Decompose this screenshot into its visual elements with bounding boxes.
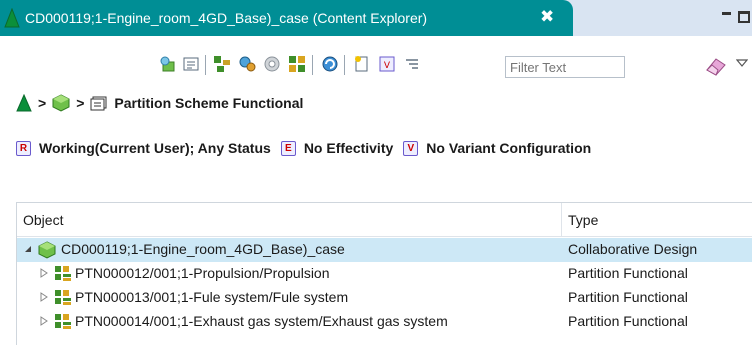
- refresh-icon[interactable]: [320, 54, 340, 74]
- breadcrumb-separator: >: [76, 95, 85, 111]
- revision-rule-label[interactable]: Working(Current User); Any Status: [39, 140, 271, 156]
- revision-rule-icon[interactable]: V: [377, 54, 397, 74]
- collaborative-design-icon: [38, 241, 56, 259]
- row-type-label: Partition Functional: [568, 265, 688, 281]
- new-object-icon[interactable]: [352, 54, 372, 74]
- teamcenter-logo-icon: [4, 8, 20, 28]
- table-row[interactable]: PTN000013/001;1-Fule system/Fule system …: [17, 286, 752, 310]
- breadcrumb-separator: >: [38, 95, 47, 111]
- column-header-type[interactable]: Type: [568, 212, 598, 228]
- filter-list-icon[interactable]: [402, 54, 422, 74]
- settings-icon[interactable]: [262, 54, 282, 74]
- row-type-label: Collaborative Design: [568, 241, 698, 257]
- partition-functional-icon: [55, 290, 71, 305]
- view-menu-icon[interactable]: [735, 56, 749, 71]
- collapsed-arrow-icon[interactable]: [39, 268, 49, 278]
- svg-text:V: V: [384, 61, 391, 71]
- home-triangle-icon[interactable]: [16, 94, 32, 112]
- partition-functional-icon: [55, 314, 71, 329]
- column-divider[interactable]: [561, 203, 562, 237]
- tab-title: CD000119;1-Engine_room_4GD_Base)_case (C…: [25, 10, 428, 26]
- expanded-arrow-icon[interactable]: [23, 244, 33, 254]
- collaborative-design-icon[interactable]: [52, 94, 70, 112]
- table-header: Object Type: [17, 203, 752, 237]
- editor-tab-strip: CD000119;1-Engine_room_4GD_Base)_case (C…: [0, 0, 752, 36]
- revision-rule-icon[interactable]: R: [16, 140, 31, 156]
- collapsed-arrow-icon[interactable]: [39, 316, 49, 326]
- filter-text-input[interactable]: [505, 56, 625, 78]
- grid-icon[interactable]: [287, 54, 307, 74]
- eraser-icon[interactable]: [704, 55, 728, 80]
- pin-tree-icon[interactable]: [158, 54, 178, 74]
- partition-functional-icon: [55, 266, 71, 281]
- row-type-label: Partition Functional: [568, 313, 688, 329]
- breadcrumb: > > Partition Scheme Functional: [16, 90, 303, 116]
- toolbar-separator: [205, 55, 206, 75]
- row-object-label: PTN000013/001;1-Fule system/Fule system: [75, 289, 349, 305]
- toolbar-separator: [312, 55, 313, 75]
- variant-configuration-icon[interactable]: V: [403, 140, 419, 156]
- window-controls: [720, 4, 752, 26]
- row-object-label: PTN000014/001;1-Exhaust gas system/Exhau…: [75, 313, 448, 329]
- row-object-label: PTN000012/001;1-Propulsion/Propulsion: [75, 265, 330, 281]
- structure-icon[interactable]: [212, 54, 232, 74]
- row-object-label: CD000119;1-Engine_room_4GD_Base)_case: [61, 241, 345, 257]
- variant-configuration-label[interactable]: No Variant Configuration: [426, 140, 591, 156]
- maximize-icon[interactable]: [738, 11, 750, 23]
- collapsed-arrow-icon[interactable]: [39, 292, 49, 302]
- configure-icon[interactable]: [237, 54, 257, 74]
- configuration-bar: R Working(Current User); Any Status E No…: [16, 136, 752, 160]
- column-header-object[interactable]: Object: [23, 212, 63, 228]
- effectivity-icon[interactable]: E: [280, 140, 296, 156]
- effectivity-label[interactable]: No Effectivity: [304, 140, 393, 156]
- breadcrumb-current[interactable]: Partition Scheme Functional: [114, 95, 303, 111]
- partition-scheme-icon[interactable]: [90, 94, 108, 112]
- table-row[interactable]: CD000119;1-Engine_room_4GD_Base)_case Co…: [17, 238, 752, 262]
- close-tab-icon[interactable]: ✖: [540, 7, 554, 27]
- content-explorer-tab[interactable]: CD000119;1-Engine_room_4GD_Base)_case (C…: [0, 0, 573, 36]
- table-row[interactable]: PTN000012/001;1-Propulsion/Propulsion Pa…: [17, 262, 752, 286]
- row-type-label: Partition Functional: [568, 289, 688, 305]
- content-tree-table: Object Type CD000119;1-Engine_room_4GD_B…: [16, 202, 752, 345]
- table-row[interactable]: PTN000014/001;1-Exhaust gas system/Exhau…: [17, 310, 752, 334]
- toolbar-separator: [344, 55, 345, 75]
- minimize-icon[interactable]: [722, 12, 731, 15]
- toolbar: [0, 36, 752, 84]
- properties-icon[interactable]: [181, 54, 201, 74]
